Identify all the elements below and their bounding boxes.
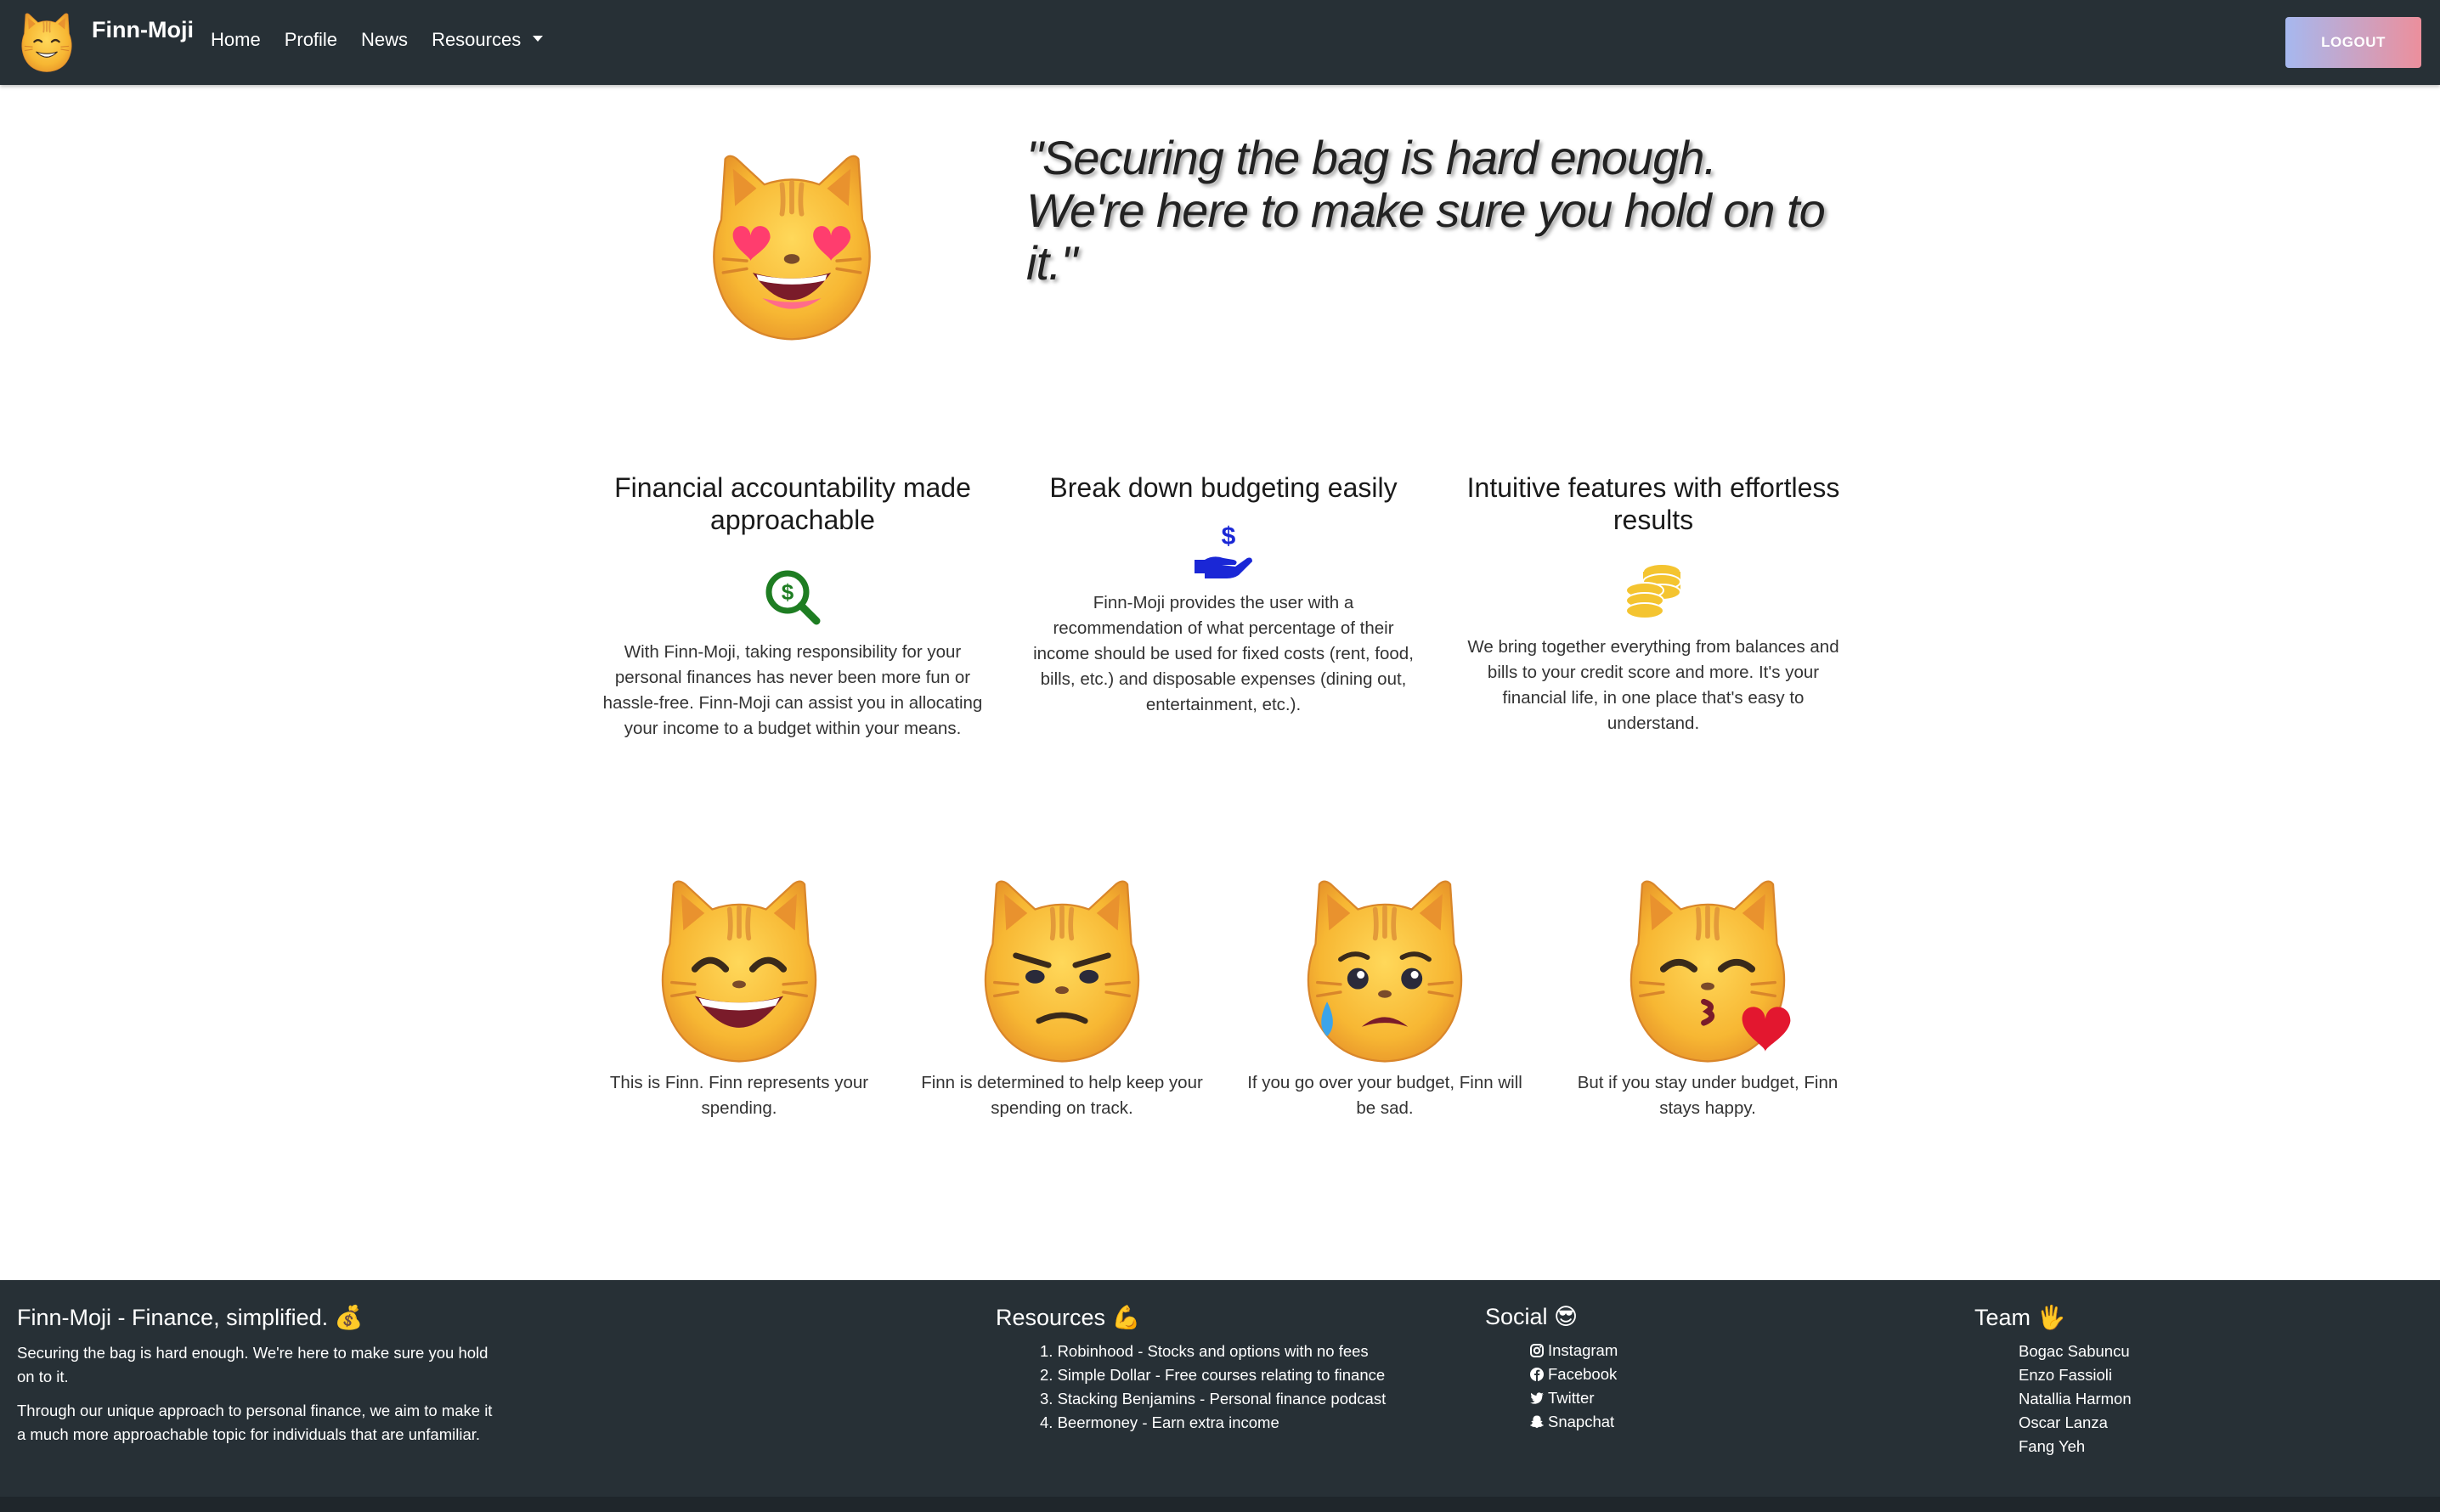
logout-button[interactable]: LOGOUT xyxy=(2285,17,2421,68)
cat-logo-icon[interactable] xyxy=(17,12,76,73)
footer-social: Social 😎 Instagram Facebook Twitter Snap… xyxy=(1485,1304,1740,1434)
nav-profile[interactable]: Profile xyxy=(285,29,337,51)
feature-title: Intuitive features with effortless resul… xyxy=(1466,472,1840,535)
social-instagram[interactable]: Instagram xyxy=(1529,1339,1740,1362)
nav-news[interactable]: News xyxy=(361,29,408,51)
footer-team-list: Bogac Sabuncu Enzo Fassioli Natallia Har… xyxy=(1974,1340,2229,1458)
feature-text: We bring together everything from balanc… xyxy=(1467,637,1839,733)
footer-about-title: Finn-Moji - Finance, simplified. 💰 xyxy=(17,1305,364,1330)
instagram-icon xyxy=(1530,1344,1544,1357)
nav-home[interactable]: Home xyxy=(211,29,261,51)
footer-about-p2: Through our unique approach to personal … xyxy=(17,1402,493,1443)
resource-link-simple-dollar[interactable]: 2. Simple Dollar - Free courses relating… xyxy=(1040,1363,1471,1387)
team-member: Bogac Sabuncu xyxy=(2019,1342,2130,1360)
cat-caption: But if you stay under budget, Finn stays… xyxy=(1577,1073,1838,1118)
social-instagram-label: Instagram xyxy=(1548,1341,1618,1359)
footer-team-title: Team 🖐 xyxy=(1974,1305,2066,1330)
resource-link-beermoney[interactable]: 4. Beermoney - Earn extra income xyxy=(1040,1411,1471,1435)
coins-icon xyxy=(1625,563,1681,619)
footer-social-title: Social 😎 xyxy=(1485,1304,1579,1329)
team-member: Oscar Lanza xyxy=(2019,1413,2108,1431)
cat-card-kissing: But if you stay under budget, Finn stays… xyxy=(1563,877,1852,1121)
feature-intuitive: Intuitive features with effortless resul… xyxy=(1458,471,1849,736)
kissing-cat-icon xyxy=(1619,877,1791,1065)
footer-social-list: Instagram Facebook Twitter Snapchat xyxy=(1485,1339,1740,1434)
footer-resources-title: Resources 💪 xyxy=(996,1305,1141,1330)
caret-down-icon xyxy=(533,35,544,42)
cat-card-determined: Finn is determined to help keep your spe… xyxy=(918,877,1206,1121)
footer-about-p1: Securing the bag is hard enough. We're h… xyxy=(17,1344,489,1385)
cat-caption: This is Finn. Finn represents your spend… xyxy=(609,1073,869,1118)
navbar: Finn-Moji Home Profile News Resources LO… xyxy=(0,0,2440,85)
social-snapchat-label: Snapchat xyxy=(1548,1413,1615,1430)
svg-text:$: $ xyxy=(782,579,794,605)
twitter-icon xyxy=(1530,1392,1544,1404)
feature-budgeting: Break down budgeting easily $ Finn-Moji … xyxy=(1028,471,1419,718)
team-member: Enzo Fassioli xyxy=(2019,1366,2113,1384)
brand-name[interactable]: Finn-Moji xyxy=(92,17,194,43)
team-member: Natallia Harmon xyxy=(2019,1390,2132,1408)
feature-title: Break down budgeting easily xyxy=(1049,472,1398,503)
nav-resources-dropdown[interactable]: Resources xyxy=(432,29,544,51)
feature-title: Financial accountability made approachab… xyxy=(614,472,971,535)
social-twitter-label: Twitter xyxy=(1548,1389,1595,1407)
footer-resources-list: 1. Robinhood - Stocks and options with n… xyxy=(996,1340,1471,1435)
cat-card-sad: If you go over your budget, Finn will be… xyxy=(1240,877,1529,1121)
snapchat-icon xyxy=(1530,1415,1544,1429)
footer-resources: Resources 💪 1. Robinhood - Stocks and op… xyxy=(996,1304,1471,1435)
resource-link-robinhood[interactable]: 1. Robinhood - Stocks and options with n… xyxy=(1040,1340,1471,1363)
footer-about: Finn-Moji - Finance, simplified. 💰 Secur… xyxy=(17,1304,493,1447)
social-twitter[interactable]: Twitter xyxy=(1529,1386,1740,1410)
svg-text:$: $ xyxy=(1222,522,1236,550)
grinning-cat-icon xyxy=(651,877,827,1065)
feature-accountability: Financial accountability made approachab… xyxy=(597,471,988,742)
heart-eyes-cat-icon xyxy=(697,151,887,343)
feature-text: With Finn-Moji, taking responsibility fo… xyxy=(602,642,983,738)
footer: Finn-Moji - Finance, simplified. 💰 Secur… xyxy=(0,1280,2440,1497)
resource-link-stacking-benjamins[interactable]: 3. Stacking Benjamins - Personal finance… xyxy=(1040,1387,1471,1411)
cat-card-grinning: This is Finn. Finn represents your spend… xyxy=(595,877,884,1121)
social-facebook-label: Facebook xyxy=(1548,1365,1618,1383)
nav-resources-label: Resources xyxy=(432,29,522,50)
footer-team: Team 🖐 Bogac Sabuncu Enzo Fassioli Natal… xyxy=(1974,1304,2229,1458)
feature-text: Finn-Moji provides the user with a recom… xyxy=(1033,593,1414,714)
sad-cat-icon xyxy=(1296,877,1473,1065)
hero-quote: "Securing the bag is hard enough. We're … xyxy=(1026,131,1826,290)
footer-bottom-bar xyxy=(0,1497,2440,1512)
social-snapchat[interactable]: Snapchat xyxy=(1529,1410,1740,1434)
search-dollar-icon: $ xyxy=(765,570,821,625)
nav-links: Home Profile News Resources xyxy=(211,29,567,51)
team-member: Fang Yeh xyxy=(2019,1437,2086,1455)
cat-caption: Finn is determined to help keep your spe… xyxy=(921,1073,1203,1118)
cat-caption: If you go over your budget, Finn will be… xyxy=(1247,1073,1522,1118)
social-facebook[interactable]: Facebook xyxy=(1529,1362,1740,1386)
hand-holding-dollar-icon: $ xyxy=(1195,522,1252,578)
facebook-icon xyxy=(1530,1368,1544,1381)
determined-cat-icon xyxy=(974,877,1150,1065)
